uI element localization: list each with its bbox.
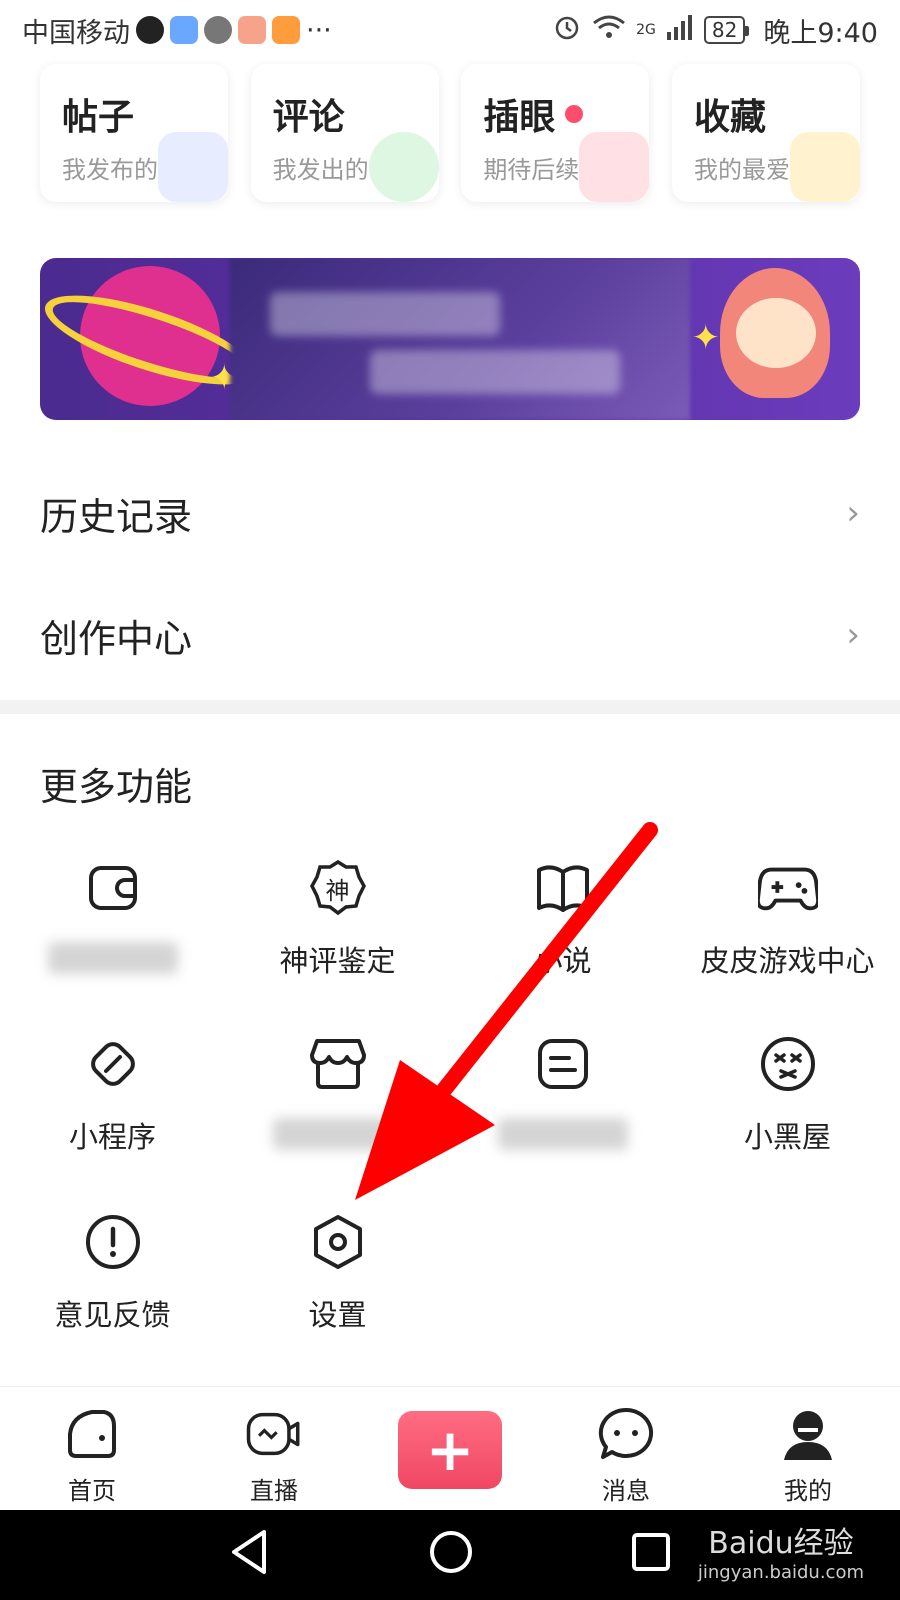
link-icon [83, 1034, 143, 1094]
section-divider [0, 700, 900, 714]
grid-label: 设置 [308, 1298, 367, 1332]
nav-messages[interactable]: 消息 [566, 1387, 686, 1511]
more-features-title: 更多功能 [40, 765, 193, 809]
promo-banner[interactable]: ✦ ✦ [40, 258, 860, 420]
wifi-icon [592, 13, 626, 48]
chevron-right-icon: › [846, 615, 860, 655]
app-notification-icon [204, 16, 232, 44]
gamepad-icon [757, 858, 818, 918]
grid-label: 小说 [533, 944, 592, 978]
quick-cards: 帖子 我发布的 评论 我发出的 插眼 期待后续 收藏 我的最爱 [40, 64, 860, 202]
grid-item-shenping[interactable]: 神 神评鉴定 [225, 858, 450, 998]
battery-indicator: 82 [703, 16, 750, 44]
grid-label: 神评鉴定 [279, 944, 396, 978]
grid-label: 意见反馈 [54, 1298, 171, 1332]
blurred-label [47, 942, 178, 974]
carrier-name: 中国移动 [22, 17, 130, 49]
nav-live[interactable]: 直播 [214, 1387, 334, 1511]
exclamation-icon [83, 1212, 143, 1272]
back-icon[interactable] [228, 1528, 272, 1576]
card-title: 帖子 [62, 97, 135, 138]
card-bookmarks[interactable]: 插眼 期待后续 [461, 64, 650, 202]
grid-item-shop[interactable] [225, 1034, 450, 1174]
grid-label: 皮皮游戏中心 [700, 944, 875, 978]
grid-item-game-center[interactable]: 皮皮游戏中心 [675, 858, 900, 998]
grid-item-feedback[interactable]: 意见反馈 [0, 1212, 225, 1352]
baidu-watermark: Baidu经验 jingyan.baidu.com [698, 1518, 864, 1583]
app-notification-icon [238, 16, 266, 44]
bottom-nav: 首页 直播 + 消息 我的 [0, 1386, 900, 1510]
watermark-brand: Baidu经验 [708, 1526, 854, 1561]
book-icon [533, 858, 593, 918]
character-face [736, 298, 816, 368]
badge-text: 神 [325, 876, 350, 905]
app-notification-icon [272, 16, 300, 44]
settings-hex-icon [308, 1212, 368, 1272]
card-title: 收藏 [693, 97, 766, 138]
card-subtitle: 我发出的 [272, 156, 369, 184]
create-post-button[interactable]: + [398, 1411, 502, 1489]
blurred-label [272, 1118, 403, 1150]
sparkle-icon: ✦ [691, 318, 721, 358]
grid-label: 小黑屋 [743, 1120, 831, 1154]
shen-badge-icon: 神 [308, 858, 368, 918]
blurred-label [497, 1118, 628, 1150]
row-label: 历史记录 [40, 494, 193, 539]
unread-dot [565, 105, 584, 123]
nav-label: 消息 [602, 1477, 650, 1505]
tiktok-icon [136, 16, 164, 44]
blurred-banner-text [230, 258, 690, 420]
card-subtitle: 我发布的 [62, 156, 158, 184]
card-title: 插眼 [483, 88, 649, 140]
network-type: 2G [636, 22, 656, 38]
alarm-icon [552, 12, 582, 49]
nav-label: 直播 [250, 1477, 298, 1505]
more-notifications: ··· [306, 14, 332, 46]
nav-label: 我的 [784, 1477, 832, 1505]
note-icon [533, 1034, 593, 1094]
signal-icon [666, 14, 694, 47]
grid-item-note[interactable] [450, 1034, 675, 1174]
live-camera-icon [245, 1405, 303, 1463]
grid-item-novel[interactable]: 小说 [450, 858, 675, 998]
grid-item-wallet[interactable] [0, 858, 225, 998]
user-profile-icon [779, 1405, 837, 1463]
card-subtitle: 期待后续 [483, 156, 580, 184]
home-icon [63, 1405, 121, 1463]
grid-item-mini-program[interactable]: 小程序 [0, 1034, 225, 1174]
shop-icon [308, 1034, 368, 1094]
card-title: 评论 [272, 97, 345, 138]
grid-item-settings[interactable]: 设置 [225, 1212, 450, 1352]
chevron-right-icon: › [846, 493, 860, 533]
grid-item-blackroom[interactable]: 小黑屋 [675, 1034, 900, 1174]
status-bar: 中国移动 ··· 2G 82 晚上9:40 [0, 0, 900, 60]
clock: 晚上9:40 [763, 17, 878, 49]
creator-center-row[interactable]: 创作中心 › [0, 580, 900, 690]
grid-label: 小程序 [68, 1120, 156, 1154]
system-nav-bar: Baidu经验 jingyan.baidu.com [0, 1510, 900, 1600]
nav-home[interactable]: 首页 [32, 1387, 152, 1511]
row-label: 创作中心 [40, 616, 193, 661]
wallet-icon [83, 858, 143, 918]
card-favorites[interactable]: 收藏 我的最爱 [671, 64, 860, 202]
home-circle-icon[interactable] [428, 1528, 474, 1576]
recent-apps-icon[interactable] [630, 1528, 672, 1576]
card-subtitle: 我的最爱 [693, 156, 790, 184]
dizzy-face-icon [758, 1034, 818, 1094]
chat-bubble-icon [597, 1405, 655, 1463]
history-row[interactable]: 历史记录 › [0, 458, 900, 568]
nav-mine[interactable]: 我的 [748, 1387, 868, 1511]
watermark-url: jingyan.baidu.com [697, 1562, 864, 1583]
card-comments[interactable]: 评论 我发出的 [250, 64, 439, 202]
nav-label: 首页 [68, 1477, 116, 1505]
app-notification-icon [170, 16, 198, 44]
card-posts[interactable]: 帖子 我发布的 [40, 64, 228, 202]
